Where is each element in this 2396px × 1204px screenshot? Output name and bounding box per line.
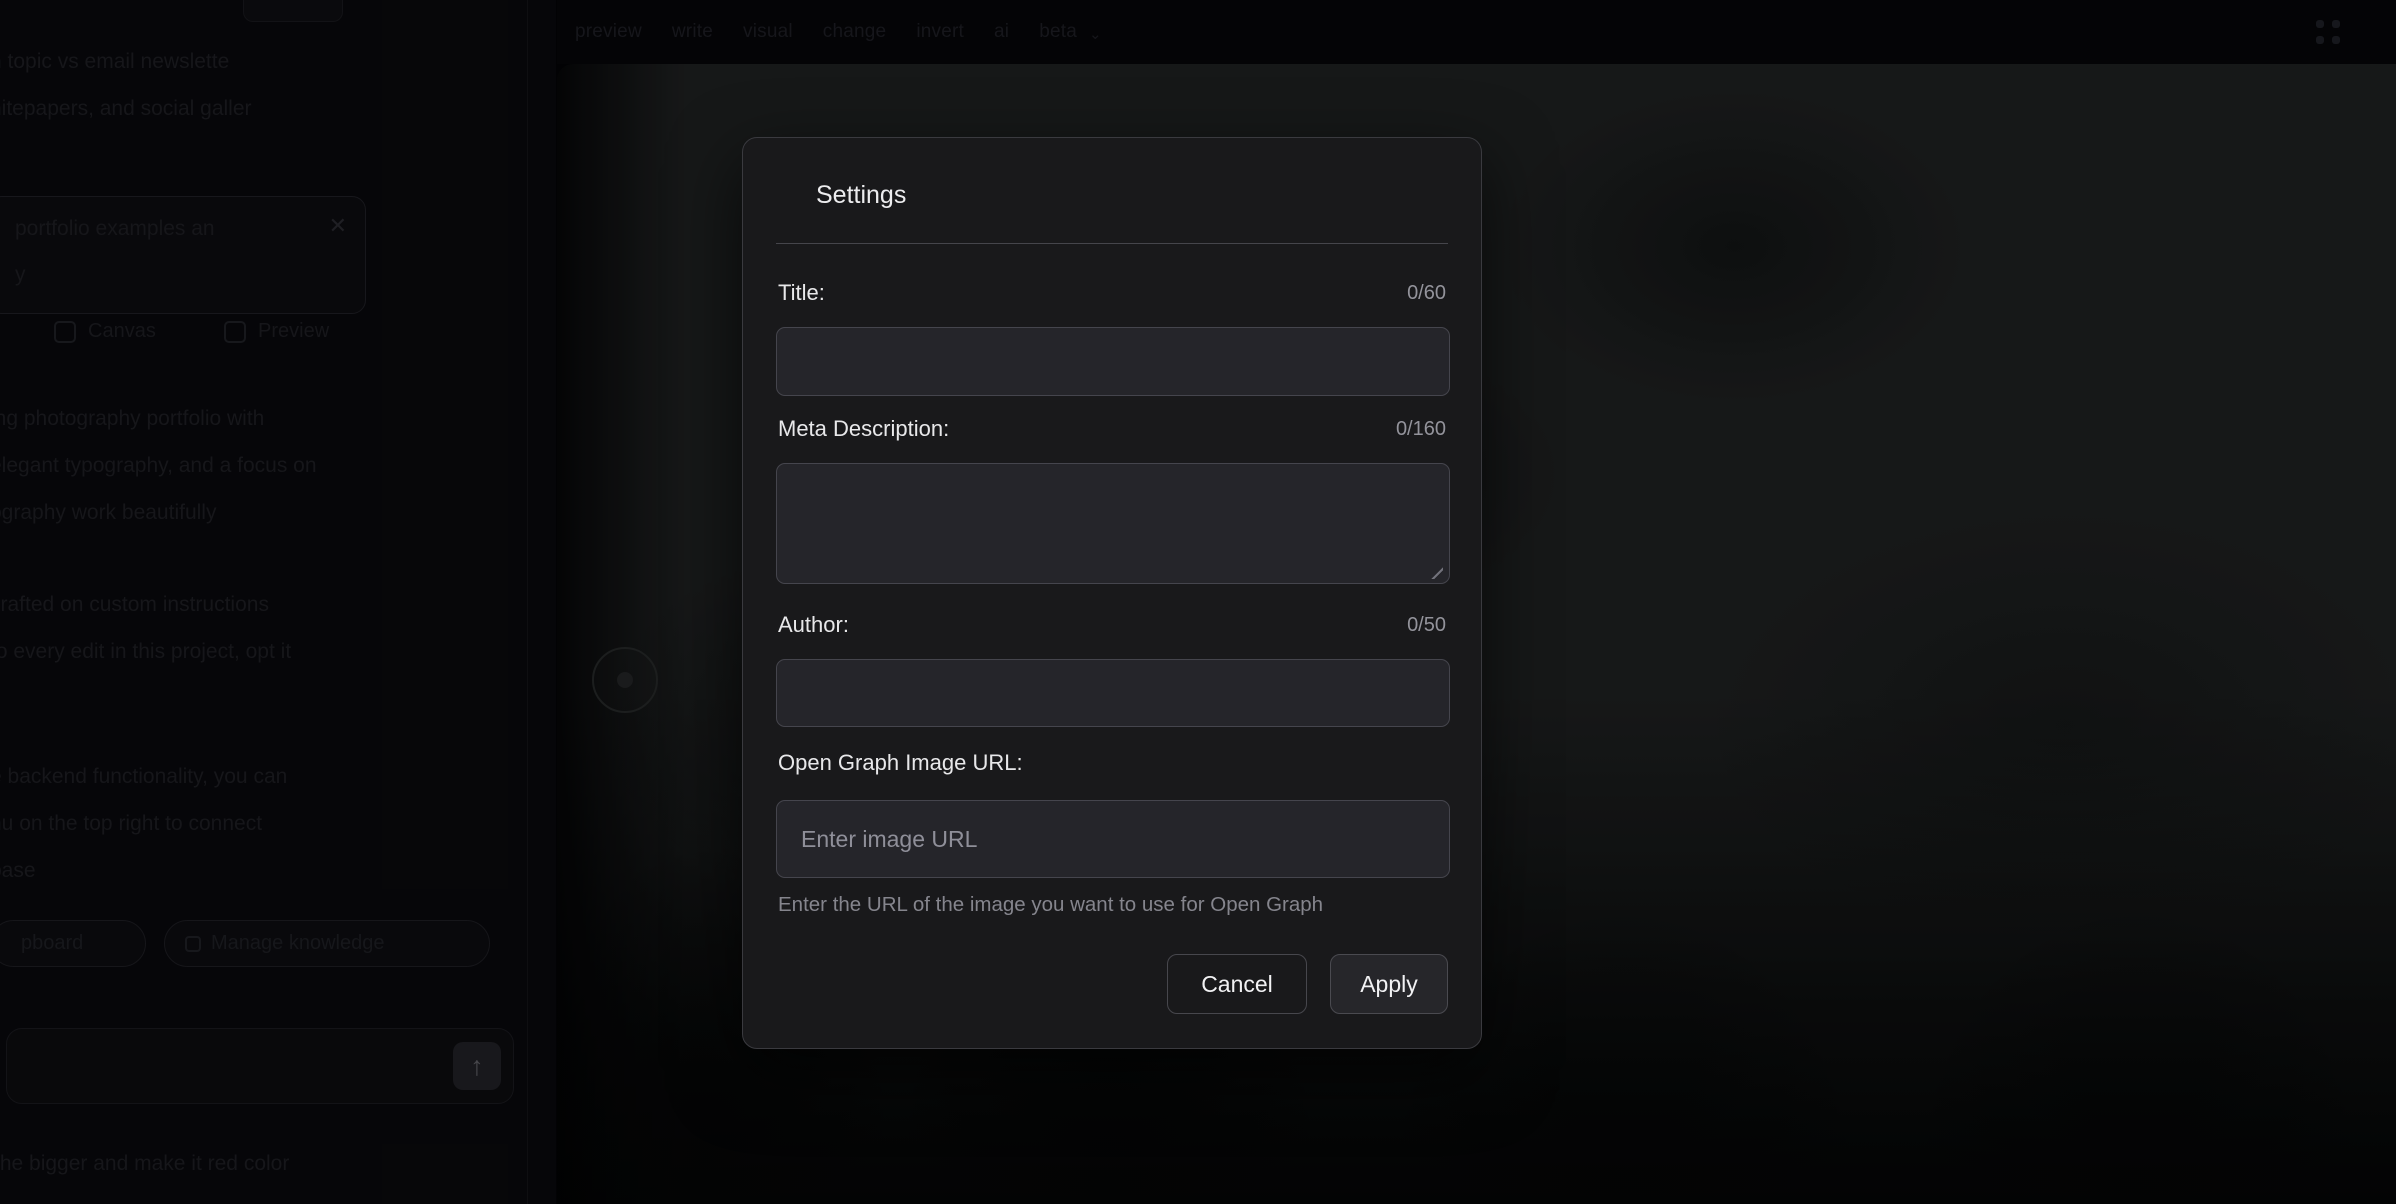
modal-divider (776, 243, 1448, 244)
og-image-url-label: Open Graph Image URL: (778, 750, 1023, 776)
meta-description-label: Meta Description: (778, 416, 949, 442)
author-counter: 0/50 (1407, 614, 1446, 637)
author-input[interactable] (776, 659, 1450, 727)
og-image-helper-text: Enter the URL of the image you want to u… (778, 893, 1323, 917)
settings-modal: Settings Title: 0/60 Meta Description: 0… (742, 137, 1482, 1049)
meta-description-textarea[interactable] (776, 463, 1450, 584)
og-image-url-input[interactable] (776, 800, 1450, 878)
title-label: Title: (778, 280, 825, 306)
author-label: Author: (778, 612, 849, 638)
modal-title: Settings (816, 181, 906, 210)
cancel-button[interactable]: Cancel (1167, 954, 1307, 1014)
apply-button[interactable]: Apply (1330, 954, 1448, 1014)
title-counter: 0/60 (1407, 282, 1446, 305)
title-input[interactable] (776, 327, 1450, 396)
meta-description-counter: 0/160 (1396, 418, 1446, 441)
app-root: h topic vs email newslette hitepapers, a… (0, 0, 2396, 1204)
